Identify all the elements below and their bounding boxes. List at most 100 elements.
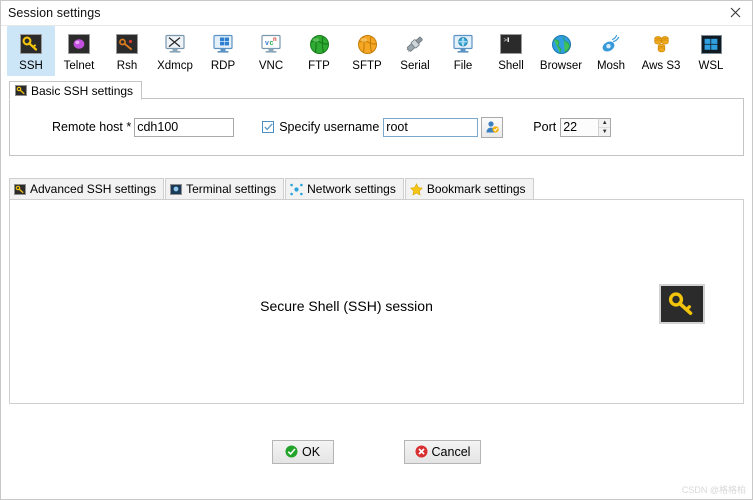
tab-label: Terminal settings xyxy=(186,182,277,196)
user-picker-icon xyxy=(486,121,500,133)
session-type-label: Aws S3 xyxy=(641,60,681,72)
settings-subtabs: Advanced SSH settings Terminal settings xyxy=(9,178,744,199)
tab-advanced-ssh-settings[interactable]: Advanced SSH settings xyxy=(9,178,165,199)
session-description-pane: Secure Shell (SSH) session xyxy=(9,199,744,404)
session-type-toolbar: SSH Telnet Rsh Xdmcp RDP v c n VNC FTP S… xyxy=(1,26,752,88)
session-type-mosh[interactable]: Mosh xyxy=(587,26,635,76)
title-bar: Session settings xyxy=(1,1,752,26)
terminal-icon xyxy=(170,183,183,195)
close-icon xyxy=(730,7,740,18)
username-input[interactable] xyxy=(383,117,479,137)
basic-ssh-settings-tab[interactable]: Basic SSH settings xyxy=(9,81,143,100)
port-input[interactable] xyxy=(560,117,599,137)
xdmcp-icon xyxy=(162,31,188,57)
session-type-telnet[interactable]: Telnet xyxy=(55,26,103,76)
session-type-label: File xyxy=(453,60,473,72)
telnet-icon xyxy=(66,31,92,57)
watermark: CSDN @格格柏 xyxy=(681,485,746,495)
session-type-label: WSL xyxy=(698,60,724,72)
session-type-label: Xdmcp xyxy=(157,60,193,72)
port-field-wrap: Port ▲ ▼ xyxy=(533,117,612,137)
serial-plug-icon xyxy=(402,31,428,57)
shell-icon: > xyxy=(498,31,524,57)
port-spin-down[interactable]: ▼ xyxy=(599,128,610,136)
ok-check-icon xyxy=(285,445,298,458)
session-type-xdmcp[interactable]: Xdmcp xyxy=(151,26,199,76)
session-type-aws-s3[interactable]: Aws S3 xyxy=(635,26,687,76)
session-description-text: Secure Shell (SSH) session xyxy=(260,298,433,314)
port-spin-buttons: ▲ ▼ xyxy=(598,117,612,137)
basic-ssh-settings-group: Basic SSH settings Remote host * Specify… xyxy=(9,81,744,156)
session-type-label: FTP xyxy=(308,60,330,72)
port-spinner: ▲ ▼ xyxy=(556,117,612,137)
session-type-sftp[interactable]: SFTP xyxy=(343,26,391,76)
browser-icon xyxy=(548,31,574,57)
session-type-ssh[interactable]: SSH xyxy=(7,26,55,76)
port-spin-up[interactable]: ▲ xyxy=(599,119,611,128)
ssh-key-icon xyxy=(14,183,26,195)
specify-username-checkbox[interactable] xyxy=(262,121,275,133)
file-share-icon xyxy=(450,31,476,57)
ftp-globe-icon xyxy=(306,31,332,57)
tab-label: Network settings xyxy=(307,182,396,196)
session-settings-dialog: Session settings SSH Telnet Rsh Xdmcp RD… xyxy=(0,0,753,500)
session-type-label: Browser xyxy=(539,60,583,72)
rsh-icon xyxy=(114,31,140,57)
session-type-label: Telnet xyxy=(63,60,95,72)
session-type-label: SFTP xyxy=(352,60,382,72)
cancel-button[interactable]: Cancel xyxy=(403,439,482,464)
session-type-label: Shell xyxy=(498,60,524,72)
wsl-icon xyxy=(698,31,724,57)
session-type-wsl[interactable]: WSL xyxy=(687,26,735,76)
remote-host-input[interactable] xyxy=(134,117,235,137)
tab-label: Advanced SSH settings xyxy=(30,182,157,196)
session-type-browser[interactable]: Browser xyxy=(535,26,587,76)
basic-ssh-settings-tab-label: Basic SSH settings xyxy=(31,83,134,98)
sftp-globe-icon xyxy=(354,31,380,57)
tab-network-settings[interactable]: Network settings xyxy=(285,178,404,199)
mosh-icon xyxy=(598,31,624,57)
port-label: Port xyxy=(533,120,557,134)
vnc-icon: v c n xyxy=(258,31,284,57)
specify-username-label: Specify username xyxy=(279,120,380,134)
tab-label: Bookmark settings xyxy=(426,182,526,196)
ok-button-label: OK xyxy=(302,444,321,459)
session-type-file[interactable]: File xyxy=(439,26,487,76)
tab-terminal-settings[interactable]: Terminal settings xyxy=(165,178,285,199)
session-type-label: RDP xyxy=(210,60,236,72)
ok-button[interactable]: OK xyxy=(271,439,334,464)
svg-text:>: > xyxy=(504,37,508,44)
rdp-icon xyxy=(210,31,236,57)
cancel-x-icon xyxy=(415,445,428,458)
session-type-label: Serial xyxy=(400,60,430,72)
session-type-ftp[interactable]: FTP xyxy=(295,26,343,76)
remote-host-label: Remote host * xyxy=(52,120,132,134)
star-icon xyxy=(409,182,423,196)
specify-username-checkbox-wrap[interactable]: Specify username xyxy=(262,120,379,134)
session-type-label: Mosh xyxy=(596,60,626,72)
window-title: Session settings xyxy=(8,6,101,20)
network-icon xyxy=(290,183,303,196)
close-button[interactable] xyxy=(718,1,752,24)
tab-bookmark-settings[interactable]: Bookmark settings xyxy=(404,178,534,199)
svg-text:n: n xyxy=(273,37,277,43)
checkmark-icon xyxy=(264,123,273,131)
dialog-footer: OK Cancel CSDN @格格柏 xyxy=(1,404,752,499)
session-type-serial[interactable]: Serial xyxy=(391,26,439,76)
basic-ssh-settings-row: Remote host * Specify username xyxy=(10,99,743,155)
session-type-rsh[interactable]: Rsh xyxy=(103,26,151,76)
session-type-label: Rsh xyxy=(116,60,138,72)
session-type-rdp[interactable]: RDP xyxy=(199,26,247,76)
aws-s3-icon xyxy=(648,31,674,57)
session-type-vnc[interactable]: v c n VNC xyxy=(247,26,295,76)
session-type-shell[interactable]: > Shell xyxy=(487,26,535,76)
session-type-label: VNC xyxy=(258,60,284,72)
user-picker-button[interactable] xyxy=(481,116,504,138)
ssh-key-icon xyxy=(15,85,27,96)
session-type-label: SSH xyxy=(19,60,43,72)
settings-body: Basic SSH settings Remote host * Specify… xyxy=(1,81,752,404)
ssh-key-icon xyxy=(18,31,44,57)
ssh-key-icon xyxy=(659,284,705,324)
cancel-button-label: Cancel xyxy=(431,444,471,459)
svg-text:v: v xyxy=(265,40,269,47)
